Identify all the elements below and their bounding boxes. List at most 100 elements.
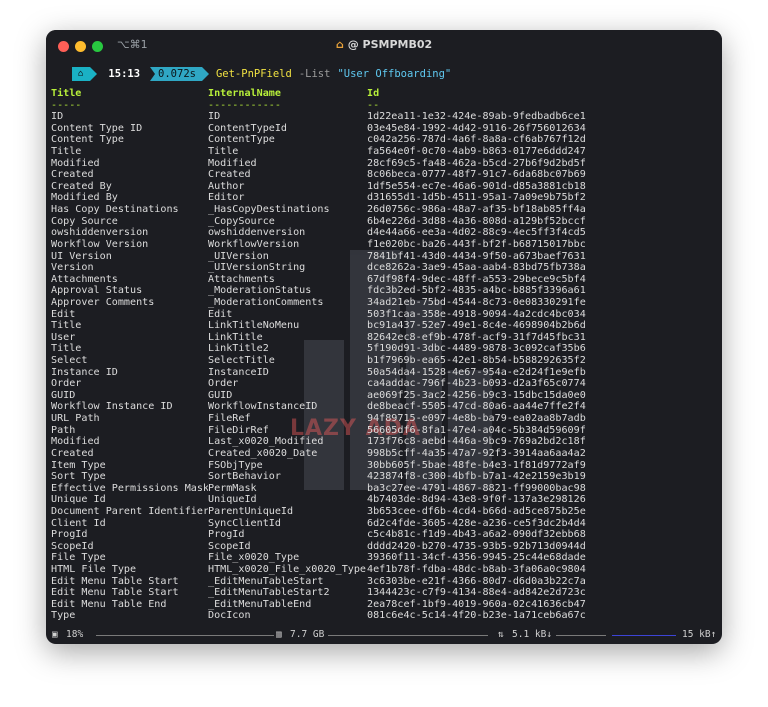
cell-id: 081c6e4c-5c14-4f20-b23e-1a71ceb6a67c (367, 610, 586, 622)
memory-graph-line (328, 635, 488, 636)
cell-title: Document Parent Identifier (51, 505, 208, 517)
cell-title: Created (51, 169, 94, 181)
cell-title: Modified (51, 157, 100, 169)
cell-internalname: FileRef (208, 413, 251, 425)
cell-id: 1d22ea11-1e32-424e-89ab-9fedbadb6ce1 (367, 111, 586, 123)
download-graph-line (556, 635, 606, 636)
table-row: Title LinkTitle2 5f190d91-3dbc-4489-9878-3… (51, 343, 711, 355)
table-row: Modified Last_x0020_Modified 173f76c8-aebd… (51, 436, 711, 448)
cell-id: 1344423c-c7f9-4134-88e4-ad842e2d723c (367, 587, 586, 599)
cell-id: 3b653cee-df6b-4cd4-b66d-ad5ce875b25e (367, 505, 586, 517)
cell-internalname: DocIcon (208, 610, 251, 622)
cell-title: Has Copy Destinations (51, 204, 179, 216)
cell-internalname: File_x0020_Type (208, 552, 300, 564)
table-row: Instance ID InstanceID 50a54da4-1528-4e67-… (51, 367, 711, 379)
table-row: Client Id SyncClientId 6d2c4fde-3605-428e-… (51, 518, 711, 530)
cpu-usage: 18% (66, 629, 84, 640)
table-row: UI Version _UIVersion 7841bf41-43d0-4434-9… (51, 251, 711, 263)
command-name: Get-PnPField (215, 68, 292, 80)
command-argument: "User Offboarding" (337, 68, 452, 80)
cell-title: Workflow Instance ID (51, 401, 173, 413)
cell-title: Title (51, 320, 82, 332)
header-title: Title (51, 88, 82, 99)
cell-title: ScopeId (51, 540, 94, 552)
cell-internalname: InstanceID (208, 366, 269, 378)
cell-internalname: _HasCopyDestinations (208, 204, 330, 216)
cell-internalname: GUID (208, 389, 233, 401)
cell-id: 503f1caa-358e-4918-9094-4a2cdc4bc034 (367, 308, 586, 320)
cell-internalname: LinkTitleNoMenu (208, 320, 300, 332)
table-row: Unique Id UniqueId 4b7403de-8d94-43e8-9f0f… (51, 494, 711, 506)
table-row: Order Order ca4addac-796f-4b23-b093-d2a3f6… (51, 378, 711, 390)
cell-title: Created By (51, 180, 112, 192)
cell-id: 7841bf41-43d0-4434-9f50-a673baef7631 (367, 250, 586, 262)
table-row: Title Title fa564e0f-0c70-4ab9-b863-0177e6… (51, 146, 711, 158)
terminal-window[interactable]: ⌥⌘1 ⌂ @ PSMPMB02 ⌂ 15:13 0.072s Get-PnPFi… (46, 30, 722, 644)
cell-internalname: ID (208, 111, 221, 123)
cell-id: 34ad21eb-75bd-4544-8c73-0e08330291fe (367, 296, 586, 308)
table-row: Type DocIcon 081c6e4c-5c14-4f20-b23e-1a71c… (51, 610, 711, 622)
upload-rate: 15 kB↑ (682, 629, 717, 640)
cell-id: 26d0756c-986a-48a7-af35-bf18ab85ff4a (367, 204, 586, 216)
cell-id: 4b7403de-8d94-43e8-9f0f-137a3e298126 (367, 494, 586, 506)
cell-internalname: Author (208, 180, 245, 192)
table-row: Title LinkTitleNoMenu bc91a437-52e7-49e1-8… (51, 320, 711, 332)
apple-icon (52, 67, 70, 81)
cell-id: c042a256-787d-4a6f-8a8a-cf6ab767f12d (367, 134, 586, 146)
home-icon: ⌂ (72, 67, 99, 81)
table-row: Edit Menu Table Start _EditMenuTableStart… (51, 587, 711, 599)
cell-title: Content Type (51, 134, 124, 146)
table-row: Item Type FSObjType 30bb605f-5bae-48fe-b4e… (51, 460, 711, 472)
cell-id: 39360f11-34cf-4356-9945-25c44e68dade (367, 552, 586, 564)
cell-title: ProgId (51, 529, 88, 541)
cell-id: 67df98f4-9dec-48ff-a553-29bece9c5bf4 (367, 273, 586, 285)
field-table[interactable]: Title InternalName Id ----- ------------… (51, 88, 711, 622)
cell-internalname: ScopeId (208, 540, 251, 552)
cell-title: Attachments (51, 273, 118, 285)
cell-internalname: _ModerationComments (208, 296, 324, 308)
cell-title: Effective Permissions Mask (51, 482, 208, 494)
cell-title: File Type (51, 552, 106, 564)
table-row: Attachments Attachments 67df98f4-9dec-48ff… (51, 274, 711, 286)
cell-title: owshiddenversion (51, 227, 149, 239)
cell-title: HTML File Type (51, 563, 137, 575)
underline-id: -- (367, 99, 380, 111)
cell-id: de8beacf-5505-47cd-80a6-aa44e7ffe2f4 (367, 401, 586, 413)
cell-id: c5c4b81c-f1d9-4b43-a6a2-090df32ebb68 (367, 529, 586, 541)
table-row: Version _UIVersionString dce8262a-3ae9-45a… (51, 262, 711, 274)
cell-internalname: _EditMenuTableStart2 (208, 587, 330, 599)
cell-internalname: _UIVersionString (208, 262, 306, 274)
cell-title: Approval Status (51, 285, 143, 297)
cpu-graph-line (96, 635, 274, 636)
cell-internalname: WorkflowVersion (208, 238, 300, 250)
cell-id: 28cf69c5-fa48-462a-b5cd-27b6f9d2bd5f (367, 157, 586, 169)
cell-title: Workflow Version (51, 238, 149, 250)
table-row: ScopeId ScopeId dddd2420-b270-4735-93b5-92… (51, 541, 711, 553)
memory-usage: 7.7 GB (290, 629, 325, 640)
cell-id: ae069f25-3ac2-4256-b9c3-15dbc15da0e0 (367, 389, 586, 401)
table-row: Sort Type SortBehavior 423874f8-c300-4bfb-… (51, 471, 711, 483)
cell-title: GUID (51, 389, 76, 401)
cell-internalname: LinkTitle2 (208, 343, 269, 355)
table-row: Effective Permissions Mask PermMask ba3c27… (51, 483, 711, 495)
cell-internalname: _ModerationStatus (208, 285, 312, 297)
table-row: Edit Menu Table End _EditMenuTableEnd 2ea7… (51, 599, 711, 611)
table-row: Content Type ID ContentTypeId 03e45e84-199… (51, 123, 711, 135)
table-row: Created Created_x0020_Date 998b5cff-4a35-4… (51, 448, 711, 460)
table-row: GUID GUID ae069f25-3ac2-4256-b9c3-15dbc15d… (51, 390, 711, 402)
table-header-row: Title InternalName Id (51, 88, 711, 100)
cell-id: 5f190d91-3dbc-4489-9878-3c092caf35b6 (367, 343, 586, 355)
cell-id: 998b5cff-4a35-47a7-92f3-3914aa6aa4a2 (367, 447, 586, 459)
cell-title: URL Path (51, 413, 100, 425)
underline-title: ----- (51, 99, 82, 111)
cell-id: 82642ec8-ef9b-478f-acf9-31f7d45fbc31 (367, 331, 586, 343)
cell-internalname: _UIVersion (208, 250, 269, 262)
table-row: File Type File_x0020_Type 39360f11-34cf-43… (51, 552, 711, 564)
title-bar[interactable]: ⌥⌘1 ⌂ @ PSMPMB02 (46, 30, 722, 60)
table-row: Document Parent Identifier ParentUniqueId… (51, 506, 711, 518)
cell-internalname: Last_x0020_Modified (208, 436, 324, 448)
upload-graph-line (612, 635, 676, 636)
table-underline-row: ----- ------------ -- (51, 100, 711, 112)
cell-title: Title (51, 146, 82, 158)
cell-id: b1f7969b-ea65-42e1-8b54-b588292635f2 (367, 355, 586, 367)
